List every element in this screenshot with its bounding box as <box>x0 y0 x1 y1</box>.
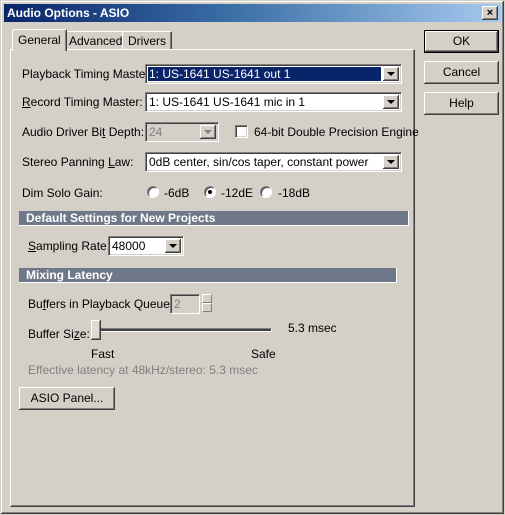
spin-up-icon[interactable] <box>202 294 212 303</box>
playback-timing-master-label: Playback Timing Master: <box>22 67 153 81</box>
record-timing-master-label: Record Timing Master: <box>22 95 143 109</box>
buffer-size-label-post: e: <box>79 327 90 341</box>
bit-depth-label-pre: Audio Driver Bi <box>22 125 103 139</box>
window-title: Audio Options - ASIO <box>7 6 130 20</box>
record-label-rest: ecord Timing Master: <box>30 95 143 109</box>
playback-timing-master-select[interactable]: 1: US-1641 US-1641 out 1 <box>145 64 402 84</box>
dim-solo-12db-label: -12dE <box>221 186 254 200</box>
buffers-label-pre: Bu <box>28 297 43 311</box>
bit-depth-select[interactable]: 24 <box>145 122 219 142</box>
buffers-label-post: fers in Playback Queue: <box>45 297 174 311</box>
tab-drivers[interactable]: Drivers <box>122 31 172 49</box>
panning-label-post: aw: <box>114 155 134 169</box>
record-timing-master-value: 1: US-1641 US-1641 mic in 1 <box>149 95 306 109</box>
dim-solo-radio-6db[interactable] <box>147 186 159 198</box>
help-button[interactable]: Help <box>424 92 499 115</box>
record-timing-master-select[interactable]: 1: US-1641 US-1641 mic in 1 <box>145 92 402 112</box>
sampling-label-rest: ampling Rate: <box>36 239 111 253</box>
double-precision-label: 64-bit Double Precision Engine <box>254 125 419 139</box>
tab-general[interactable]: General <box>12 29 67 51</box>
bit-depth-value: 24 <box>149 125 163 139</box>
slider-min-label: Fast <box>91 347 115 361</box>
chevron-down-icon[interactable] <box>165 239 181 253</box>
mixing-latency-header: Mixing Latency <box>19 268 397 283</box>
cancel-button[interactable]: Cancel <box>424 61 499 84</box>
panning-label-accel: L <box>108 155 115 169</box>
double-precision-checkbox[interactable] <box>235 125 248 138</box>
playback-timing-master-value: 1: US-1641 US-1641 out 1 <box>148 67 381 81</box>
sampling-rate-label: Sampling Rate: <box>28 239 110 253</box>
buffer-size-label-pre: Buffer Si <box>28 327 74 341</box>
chevron-down-icon[interactable] <box>383 95 399 109</box>
default-settings-header: Default Settings for New Projects <box>19 211 409 226</box>
tab-general-label: General <box>18 33 61 47</box>
dim-solo-gain-label: Dim Solo Gain: <box>22 186 103 200</box>
dim-solo-radio-18db[interactable] <box>260 186 272 198</box>
effective-latency-text: Effective latency at 48kHz/stereo: 5.3 m… <box>28 363 258 377</box>
record-label-accel: R <box>22 95 31 109</box>
dim-solo-18db-label: -18dB <box>278 186 311 200</box>
chevron-down-icon[interactable] <box>383 155 399 169</box>
buffer-size-slider-thumb[interactable] <box>91 320 101 340</box>
close-icon: × <box>486 7 494 19</box>
bit-depth-label: Audio Driver Bit Depth: <box>22 125 144 139</box>
buffers-queue-label: Buffers in Playback Queue: <box>28 297 173 311</box>
panning-law-label: Stereo Panning Law: <box>22 155 133 169</box>
general-tab-panel: Playback Timing Master: 1: US-1641 US-16… <box>10 49 419 507</box>
sampling-rate-select[interactable]: 48000 <box>108 236 184 256</box>
spin-down-icon[interactable] <box>202 303 212 312</box>
buffers-queue-spinner[interactable] <box>202 294 212 312</box>
bit-depth-label-post: Depth: <box>105 125 145 139</box>
chevron-down-icon[interactable] <box>200 125 216 139</box>
tab-advanced-label: Advanced <box>69 34 123 48</box>
ok-button[interactable]: OK <box>424 30 499 53</box>
dim-solo-radio-12db[interactable] <box>204 186 216 198</box>
asio-panel-button[interactable]: ASIO Panel... <box>19 387 115 410</box>
tab-drivers-label: Drivers <box>128 34 166 48</box>
sampling-label-accel: S <box>28 239 37 253</box>
panning-law-value: 0dB center, sin/cos taper, constant powe… <box>149 155 369 169</box>
buffer-size-slider-track[interactable] <box>96 328 272 332</box>
title-bar[interactable]: Audio Options - ASIO × <box>4 4 501 22</box>
buffers-queue-input[interactable]: 2 <box>170 294 200 314</box>
panning-label-pre: Stereo Panning <box>22 155 109 169</box>
sampling-rate-value: 48000 <box>112 239 146 253</box>
audio-options-dialog: Audio Options - ASIO × General Advanced … <box>0 0 505 515</box>
buffer-size-label: Buffer Size: <box>28 327 90 341</box>
dim-solo-6db-label: -6dB <box>164 186 190 200</box>
panning-law-select[interactable]: 0dB center, sin/cos taper, constant powe… <box>145 152 402 172</box>
chevron-down-icon[interactable] <box>383 67 399 81</box>
slider-max-label: Safe <box>251 347 276 361</box>
close-button[interactable]: × <box>482 6 498 20</box>
buffer-size-value: 5.3 msec <box>288 321 337 335</box>
tab-advanced[interactable]: Advanced <box>63 31 129 49</box>
